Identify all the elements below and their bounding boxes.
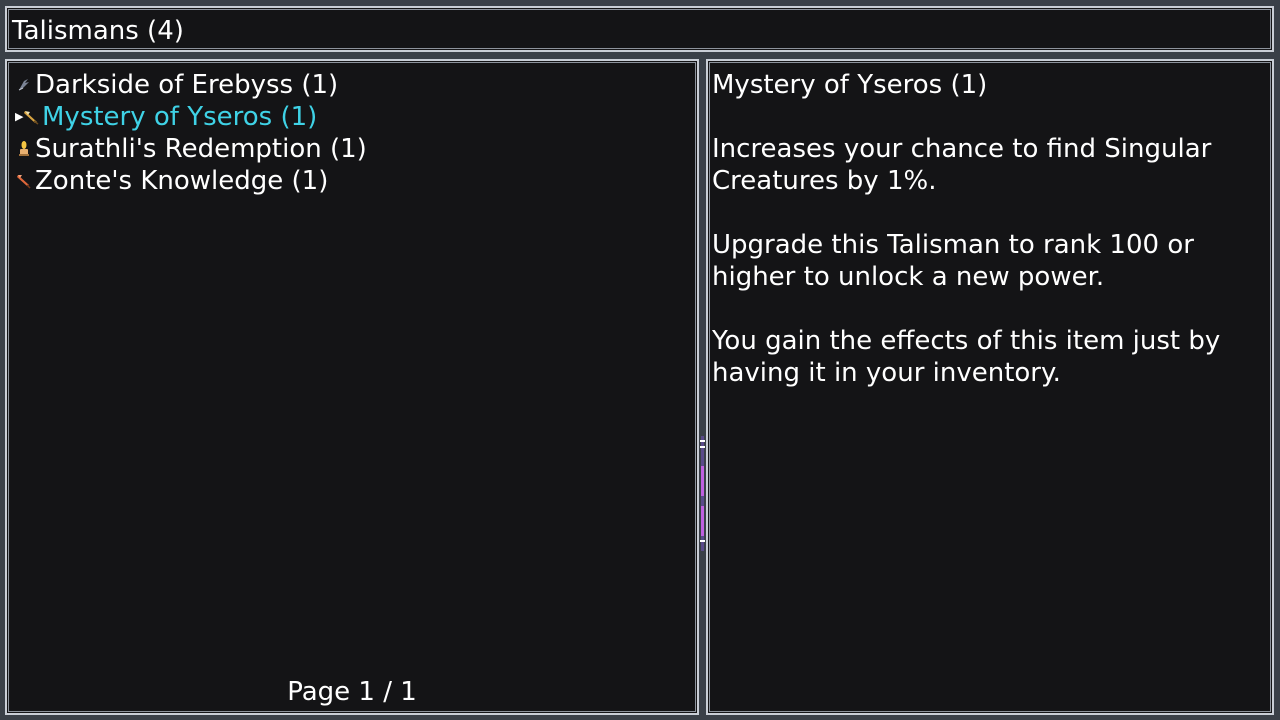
detail-content: Mystery of Yseros (1) Increases your cha…	[712, 69, 1266, 421]
talisman-list: ▶ Darkside of Erebyss (1) ▶ Mystery of Y…	[15, 69, 367, 197]
detail-paragraph-upgrade: Upgrade this Talisman to rank 100 or hig…	[712, 230, 1194, 292]
detail-paragraph-effect: Increases your chance to find Singular C…	[712, 134, 1212, 196]
list-item-darkside-of-erebyss[interactable]: ▶ Darkside of Erebyss (1)	[15, 69, 367, 101]
item-label: Surathli's Redemption (1)	[35, 134, 367, 164]
list-item-mystery-of-yseros[interactable]: ▶ Mystery of Yseros (1)	[15, 101, 367, 133]
item-label: Darkside of Erebyss (1)	[35, 70, 339, 100]
detail-title: Mystery of Yseros (1)	[712, 70, 988, 100]
item-label: Zonte's Knowledge (1)	[35, 166, 329, 196]
panel-divider-handle	[700, 436, 705, 551]
selection-cursor-icon: ▶	[15, 110, 24, 123]
candle-flame-icon	[19, 141, 29, 156]
feather-quill-icon	[24, 111, 39, 125]
title-bar: Talismans (4)	[5, 6, 1274, 52]
talisman-detail-panel: Mystery of Yseros (1) Increases your cha…	[706, 59, 1274, 715]
list-item-surathlis-redemption[interactable]: ▶ Surathli's Redemption (1)	[15, 133, 367, 165]
pagination-label: Page 1 / 1	[287, 677, 417, 707]
detail-paragraph-passive: You gain the effects of this item just b…	[712, 326, 1221, 388]
list-item-zontes-knowledge[interactable]: ▶ Zonte's Knowledge (1)	[15, 165, 367, 197]
dark-claw-icon	[18, 79, 29, 91]
talisman-list-panel: ▶ Darkside of Erebyss (1) ▶ Mystery of Y…	[5, 59, 699, 715]
item-label: Mystery of Yseros (1)	[42, 102, 318, 132]
orange-quill-icon	[17, 175, 31, 189]
window-title: Talismans (4)	[12, 16, 184, 46]
